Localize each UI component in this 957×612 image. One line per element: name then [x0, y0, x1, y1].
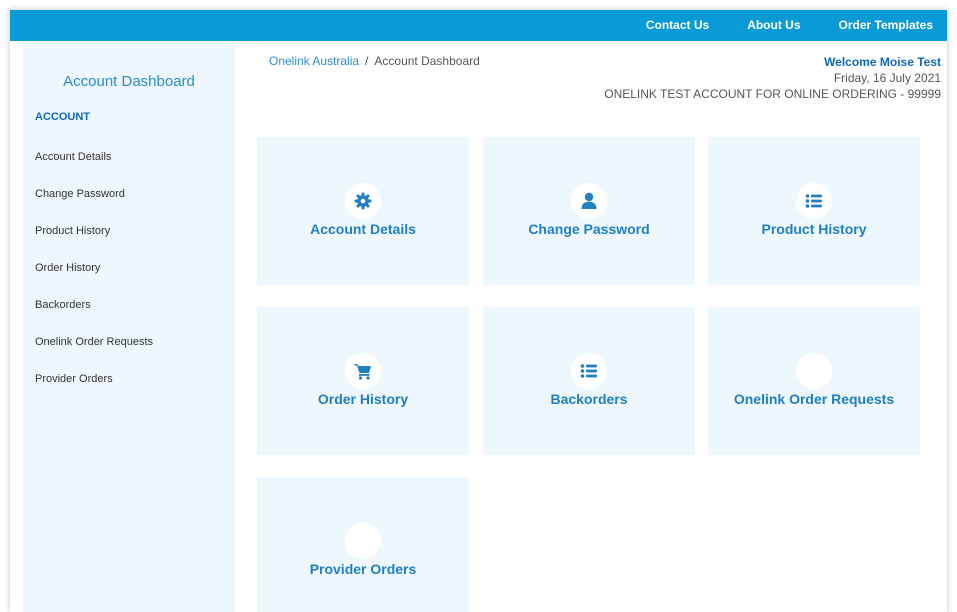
sidebar-item-backorders[interactable]: Backorders: [35, 299, 153, 336]
page: Contact Us About Us Order Templates Acco…: [10, 10, 947, 612]
blank-icon: [345, 523, 381, 559]
tile-label: Backorders: [550, 391, 628, 407]
breadcrumb-home-link[interactable]: Onelink Australia: [269, 54, 359, 68]
breadcrumb: Onelink Australia / Account Dashboard: [269, 54, 480, 68]
top-nav: Contact Us About Us Order Templates: [622, 10, 947, 41]
tile-label: Change Password: [528, 221, 650, 237]
tile-label: Account Details: [310, 221, 416, 237]
tile-label: Provider Orders: [309, 561, 417, 577]
sidebar-section-heading: ACCOUNT: [35, 111, 90, 123]
sidebar: Account Dashboard ACCOUNT Account Detail…: [23, 41, 235, 612]
tile-backorders[interactable]: Backorders: [483, 307, 695, 455]
gear-icon: [345, 183, 381, 219]
sidebar-item-order-history[interactable]: Order History: [35, 262, 153, 299]
list-icon: [571, 353, 607, 389]
welcome-date: Friday, 16 July 2021: [833, 71, 941, 85]
cart-icon: [345, 353, 381, 389]
tile-product-history[interactable]: Product History: [708, 137, 920, 285]
sidebar-menu: Account Details Change Password Product …: [35, 151, 153, 410]
tile-provider-orders[interactable]: Provider Orders: [257, 477, 469, 612]
tile-label: Order History: [317, 391, 409, 407]
tile-account-details[interactable]: Account Details: [257, 137, 469, 285]
account-name: ONELINK TEST ACCOUNT FOR ONLINE ORDERING…: [604, 87, 941, 101]
welcome-greeting: Welcome Moise Test: [824, 55, 941, 69]
sidebar-item-provider-orders[interactable]: Provider Orders: [35, 373, 153, 410]
top-navbar: Contact Us About Us Order Templates: [10, 10, 947, 41]
contact-us-link[interactable]: Contact Us: [632, 10, 723, 41]
breadcrumb-separator: /: [365, 54, 369, 68]
user-icon: [571, 183, 607, 219]
sidebar-item-onelink-order-requests[interactable]: Onelink Order Requests: [35, 336, 153, 373]
list-icon: [796, 183, 832, 219]
tile-order-history[interactable]: Order History: [257, 307, 469, 455]
tile-label: Product History: [761, 221, 867, 237]
order-templates-link[interactable]: Order Templates: [825, 10, 947, 41]
blank-icon: [796, 353, 832, 389]
breadcrumb-current: Account Dashboard: [374, 54, 480, 68]
tile-onelink-order-requests[interactable]: Onelink Order Requests: [708, 307, 920, 455]
about-us-link[interactable]: About Us: [733, 10, 814, 41]
sidebar-item-product-history[interactable]: Product History: [35, 225, 153, 262]
sidebar-item-account-details[interactable]: Account Details: [35, 151, 153, 188]
sidebar-item-change-password[interactable]: Change Password: [35, 188, 153, 225]
tile-change-password[interactable]: Change Password: [483, 137, 695, 285]
tile-label: Onelink Order Requests: [733, 391, 895, 407]
welcome-panel: Welcome Moise Test Friday, 16 July 2021 …: [604, 54, 941, 102]
sidebar-title: Account Dashboard: [63, 73, 195, 90]
